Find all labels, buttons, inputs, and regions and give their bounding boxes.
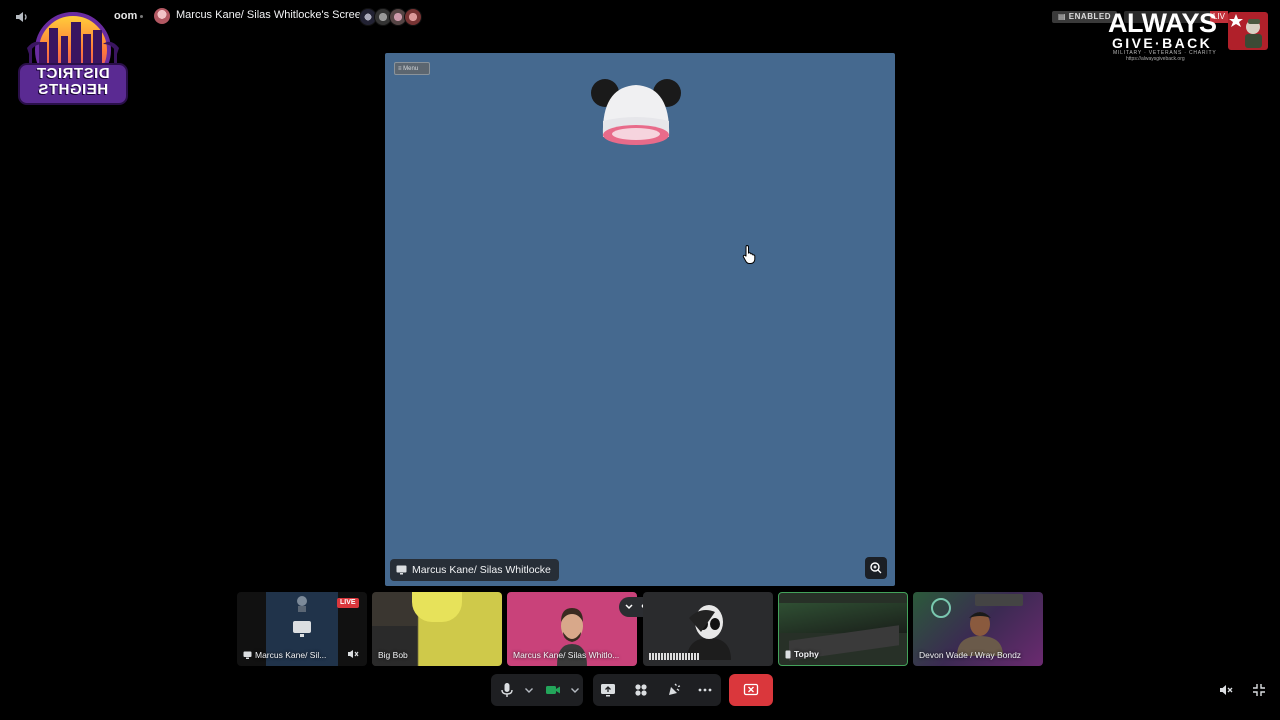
camera-icon[interactable] xyxy=(543,680,563,700)
activities-icon[interactable] xyxy=(631,680,651,700)
always-give-back-logo: ALWAYS GIVE·BACK MILITARY · VETERANS · C… xyxy=(1108,8,1217,63)
screen-share-icon xyxy=(293,621,311,637)
tile-bg xyxy=(412,592,462,622)
bear-hat-avatar-icon xyxy=(585,75,687,147)
tile-bg xyxy=(372,626,417,666)
participant-tile-speaking[interactable]: Tophy xyxy=(778,592,908,666)
live-badge: LIVE xyxy=(337,598,359,608)
mic-options-chevron-icon[interactable] xyxy=(519,680,539,700)
participant-tile[interactable]: Devon Wade / Wray Bondz xyxy=(913,592,1043,666)
tile-label: Devon Wade / Wray Bondz xyxy=(919,650,1022,660)
participant-tile[interactable] xyxy=(643,592,773,666)
tile-label xyxy=(649,653,699,660)
fullscreen-exit-icon[interactable] xyxy=(1251,682,1267,698)
separator-dot xyxy=(140,15,143,18)
district-text: DISTRICT xyxy=(36,65,110,82)
tile-label: Marcus Kane/ Sil... xyxy=(243,650,326,660)
tile-name-placeholder xyxy=(649,653,699,660)
tile-bg xyxy=(975,594,1023,606)
soldier-emblem-icon xyxy=(1228,10,1268,52)
chevron-down-icon[interactable] xyxy=(624,602,634,612)
menu-button[interactable]: ≡ Menu xyxy=(394,62,430,75)
screen-icon xyxy=(396,565,407,575)
badge-icon: ▤ xyxy=(1058,12,1067,21)
tile-label: Tophy xyxy=(785,649,819,659)
screen-share-icon[interactable] xyxy=(598,680,618,700)
screen-icon xyxy=(243,651,252,659)
ring-light xyxy=(931,598,951,618)
heights-text: HEIGHTS xyxy=(37,81,109,98)
viewer-avatars[interactable] xyxy=(359,8,422,26)
avatar xyxy=(957,612,1003,656)
participant-tile[interactable]: Big Bob xyxy=(372,592,502,666)
screen-share-stage[interactable]: ≡ Menu Marcus Kane/ Silas Whitlocke xyxy=(385,53,895,586)
stage-name-label: Marcus Kane/ Silas Whitlocke xyxy=(390,559,559,581)
end-call-button[interactable] xyxy=(729,674,773,706)
muted-icon xyxy=(348,650,359,658)
camera-options-chevron-icon[interactable] xyxy=(565,680,585,700)
screen-title: Marcus Kane/ Silas Whitlocke's Screen xyxy=(176,9,368,21)
viewer-avatar xyxy=(404,8,422,26)
tile-label: Marcus Kane/ Silas Whitlo... xyxy=(513,650,620,660)
more-icon[interactable] xyxy=(695,680,715,700)
mute-audio-icon[interactable] xyxy=(1218,682,1234,698)
activity-controls xyxy=(593,674,721,706)
end-call-icon xyxy=(743,683,759,696)
zoom-button[interactable] xyxy=(865,557,887,579)
mic-icon[interactable] xyxy=(497,680,517,700)
avatar xyxy=(687,605,731,660)
avatar xyxy=(297,596,307,612)
participant-tile[interactable]: Marcus Kane/ Silas Whitlo... xyxy=(507,592,637,666)
tile-label: Big Bob xyxy=(378,650,408,660)
mobile-icon xyxy=(785,650,791,658)
participant-tile[interactable]: LIVE Marcus Kane/ Sil... xyxy=(237,592,367,666)
district-heights-logo: DISTRICT HEIGHTS xyxy=(15,8,131,108)
hand-cursor-icon xyxy=(742,244,758,264)
streamer-avatar xyxy=(154,8,170,24)
zoom-icon xyxy=(870,562,882,574)
soundboard-icon[interactable] xyxy=(664,680,684,700)
av-controls xyxy=(491,674,583,706)
